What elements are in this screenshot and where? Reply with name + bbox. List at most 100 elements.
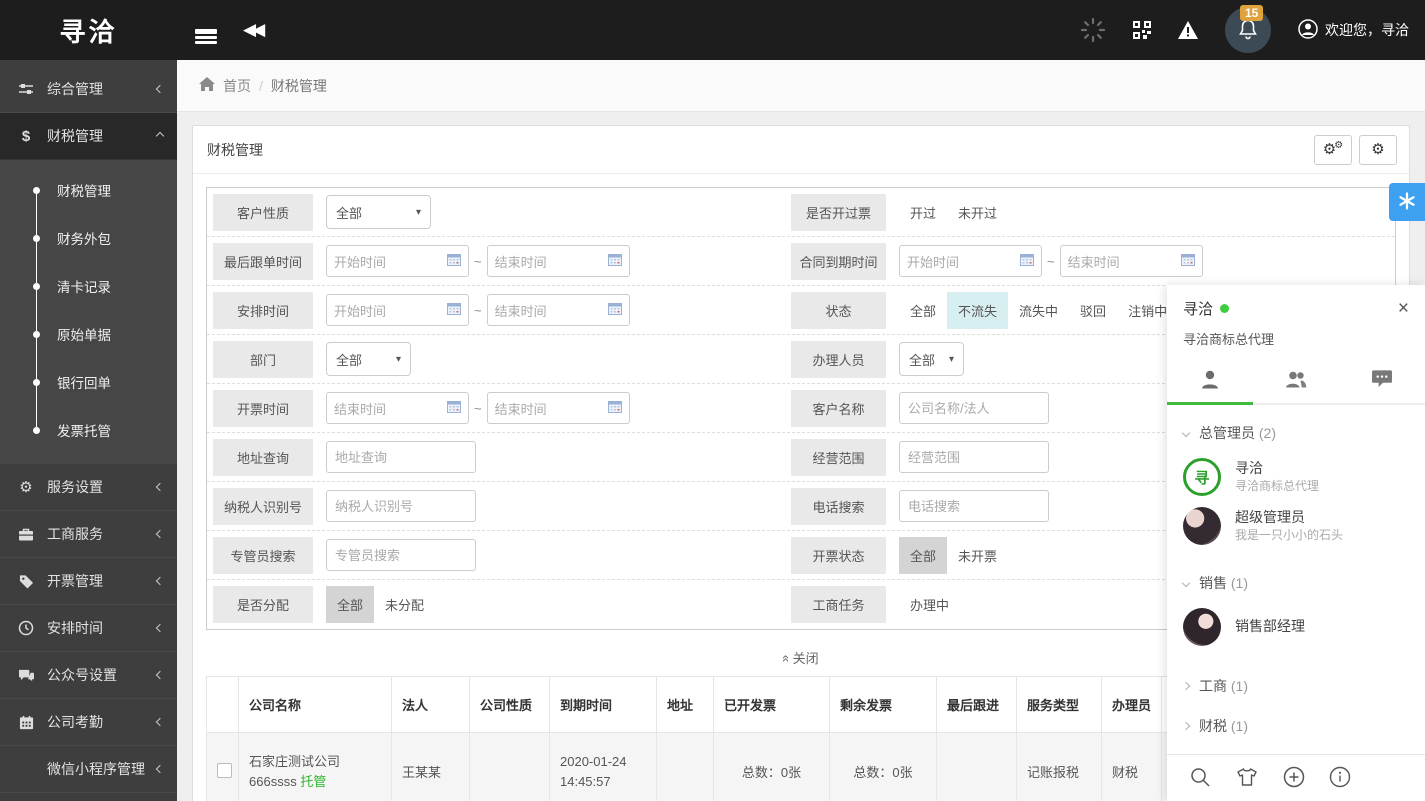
breadcrumb: 首页 / 财税管理	[177, 60, 1425, 112]
chevron-left-icon	[156, 671, 164, 679]
chevron-left-icon	[156, 577, 164, 585]
close-icon[interactable]: ×	[1398, 299, 1409, 318]
user-menu[interactable]: 欢迎您，寻洽	[1298, 19, 1409, 42]
sidebar-item-schedule[interactable]: 安排时间	[0, 605, 177, 652]
caret-down-icon: ▾	[416, 207, 421, 218]
follow-start-date-input[interactable]: 开始时间	[326, 245, 469, 277]
phone-search-input[interactable]	[899, 490, 1049, 522]
notifications-bell[interactable]: 15	[1225, 7, 1271, 53]
plus-circle-icon[interactable]	[1283, 766, 1305, 788]
chevron-up-icon	[156, 132, 164, 140]
column-settings-button[interactable]: ⚙⚙	[1314, 135, 1352, 165]
tab-messages[interactable]	[1339, 360, 1425, 403]
gear-icon: ⚙	[16, 480, 36, 495]
submenu-item-invoice-custody[interactable]: 发票托管	[0, 406, 177, 454]
row-checkbox[interactable]	[217, 763, 232, 778]
chat-subtitle: 寻洽商标总代理	[1167, 321, 1425, 360]
department-select[interactable]: 全部▾	[326, 342, 411, 376]
contact-sales-manager[interactable]: 销售部经理	[1167, 603, 1425, 652]
taxpayer-id-input[interactable]	[326, 490, 476, 522]
warning-icon[interactable]	[1178, 21, 1198, 39]
filter-chip[interactable]: 驳回	[1069, 292, 1117, 329]
chat-toolbar	[1167, 754, 1425, 801]
submenu-item-finance-tax[interactable]: 财税管理	[0, 166, 177, 214]
contact-xunqia[interactable]: 寻 寻洽 寻洽商标总代理	[1167, 453, 1425, 502]
group-admins[interactable]: 总管理员 (2)	[1167, 413, 1425, 453]
caret-down-icon: ▾	[396, 354, 401, 365]
company-name-cell[interactable]: 石家庄测试公司 666ssss 托管	[239, 733, 392, 801]
online-status-dot	[1220, 304, 1229, 313]
chat-title: 寻洽	[1183, 298, 1213, 319]
supervisor-search-input[interactable]	[326, 539, 476, 571]
calendar-icon	[608, 302, 622, 318]
chevron-left-icon	[156, 718, 164, 726]
follow-end-date-input[interactable]: 结束时间	[487, 245, 630, 277]
invoice-end-date-input[interactable]: 结束时间	[487, 392, 630, 424]
sidebar-item-finance-tax[interactable]: $ 财税管理	[0, 113, 177, 160]
group-finance[interactable]: 财税 (1)	[1167, 706, 1425, 746]
contract-end-date-input[interactable]: 结束时间	[1060, 245, 1203, 277]
custody-tag: 托管	[300, 774, 326, 789]
calendar-icon	[608, 253, 622, 269]
sidebar-nav: 综合管理 $ 财税管理 财税管理 财务外包 清卡记录 原始单据 银行回单 发票托…	[0, 60, 177, 801]
submenu-item-bank-receipts[interactable]: 银行回单	[0, 358, 177, 406]
business-scope-input[interactable]	[899, 441, 1049, 473]
submenu-item-original-documents[interactable]: 原始单据	[0, 310, 177, 358]
sidebar-item-general[interactable]: 综合管理	[0, 66, 177, 113]
filter-chip-selected[interactable]: 不流失	[947, 292, 1008, 329]
arrange-start-date-input[interactable]: 开始时间	[326, 294, 469, 326]
group-business[interactable]: 工商 (1)	[1167, 666, 1425, 706]
sidebar-item-invoicing[interactable]: 开票管理	[0, 558, 177, 605]
filter-chip[interactable]: 办理中	[899, 586, 960, 623]
tab-contacts[interactable]	[1167, 360, 1253, 403]
group-sales[interactable]: 销售 (1)	[1167, 563, 1425, 603]
tshirt-icon[interactable]	[1235, 767, 1259, 787]
group-invoicing[interactable]: 开票 (1)	[1167, 746, 1425, 754]
calendar-icon	[447, 253, 461, 269]
hamburger-menu-icon[interactable]	[195, 27, 217, 34]
avatar: 寻	[1183, 458, 1221, 496]
arrange-end-date-input[interactable]: 结束时间	[487, 294, 630, 326]
people-icon	[1284, 369, 1308, 392]
handler-select[interactable]: 全部▾	[899, 342, 964, 376]
filter-chip[interactable]: 未分配	[374, 586, 435, 623]
gear-icon: ⚙	[1371, 142, 1384, 157]
search-icon[interactable]	[1189, 766, 1211, 788]
sidebar-item-attendance[interactable]: 公司考勤	[0, 699, 177, 746]
user-circle-icon	[1298, 19, 1318, 42]
address-search-input[interactable]	[326, 441, 476, 473]
sidebar-item-service-settings[interactable]: ⚙ 服务设置	[0, 464, 177, 511]
filter-chip-selected[interactable]: 全部	[326, 586, 374, 623]
filter-chip[interactable]: 全部	[899, 292, 947, 329]
invoice-start-date-input[interactable]: 结束时间	[326, 392, 469, 424]
quick-tools-fab[interactable]	[1389, 183, 1425, 221]
sidebar-item-wechat-miniprogram[interactable]: 微信小程序管理	[0, 746, 177, 793]
qr-code-icon[interactable]	[1133, 21, 1151, 39]
tags-icon	[16, 574, 36, 589]
contact-list: 总管理员 (2) 寻 寻洽 寻洽商标总代理 超级管理员 我是一只小小的石头 销售…	[1167, 405, 1425, 754]
info-circle-icon[interactable]	[1329, 766, 1351, 788]
customer-name-input[interactable]	[899, 392, 1049, 424]
breadcrumb-home[interactable]: 首页	[223, 76, 251, 96]
sidebar-item-official-account[interactable]: 公众号设置	[0, 652, 177, 699]
filter-chip[interactable]: 流失中	[1008, 292, 1069, 329]
submenu-item-card-clearing[interactable]: 清卡记录	[0, 262, 177, 310]
filter-label: 是否开过票	[791, 194, 886, 231]
contract-start-date-input[interactable]: 开始时间	[899, 245, 1042, 277]
contact-super-admin[interactable]: 超级管理员 我是一只小小的石头	[1167, 502, 1425, 551]
caret-down-icon: ▾	[949, 354, 954, 365]
filter-chip[interactable]: 未开过	[947, 194, 1008, 231]
chat-bubble-icon	[1371, 369, 1393, 392]
customer-nature-select[interactable]: 全部▾	[326, 195, 431, 229]
filter-chip[interactable]: 开过	[899, 194, 947, 231]
chevron-right-icon	[1182, 722, 1190, 730]
filter-chip[interactable]: 未开票	[947, 537, 1008, 574]
tab-groups[interactable]	[1253, 360, 1339, 403]
collapse-tabs-icon[interactable]: ◀◀	[243, 20, 261, 40]
chat-tabs	[1167, 360, 1425, 405]
filter-chip-selected[interactable]: 全部	[899, 537, 947, 574]
sidebar-item-business-services[interactable]: 工商服务	[0, 511, 177, 558]
issued-invoices-count: 总数：0张	[742, 765, 801, 780]
settings-button[interactable]: ⚙	[1359, 135, 1397, 165]
submenu-item-finance-outsourcing[interactable]: 财务外包	[0, 214, 177, 262]
